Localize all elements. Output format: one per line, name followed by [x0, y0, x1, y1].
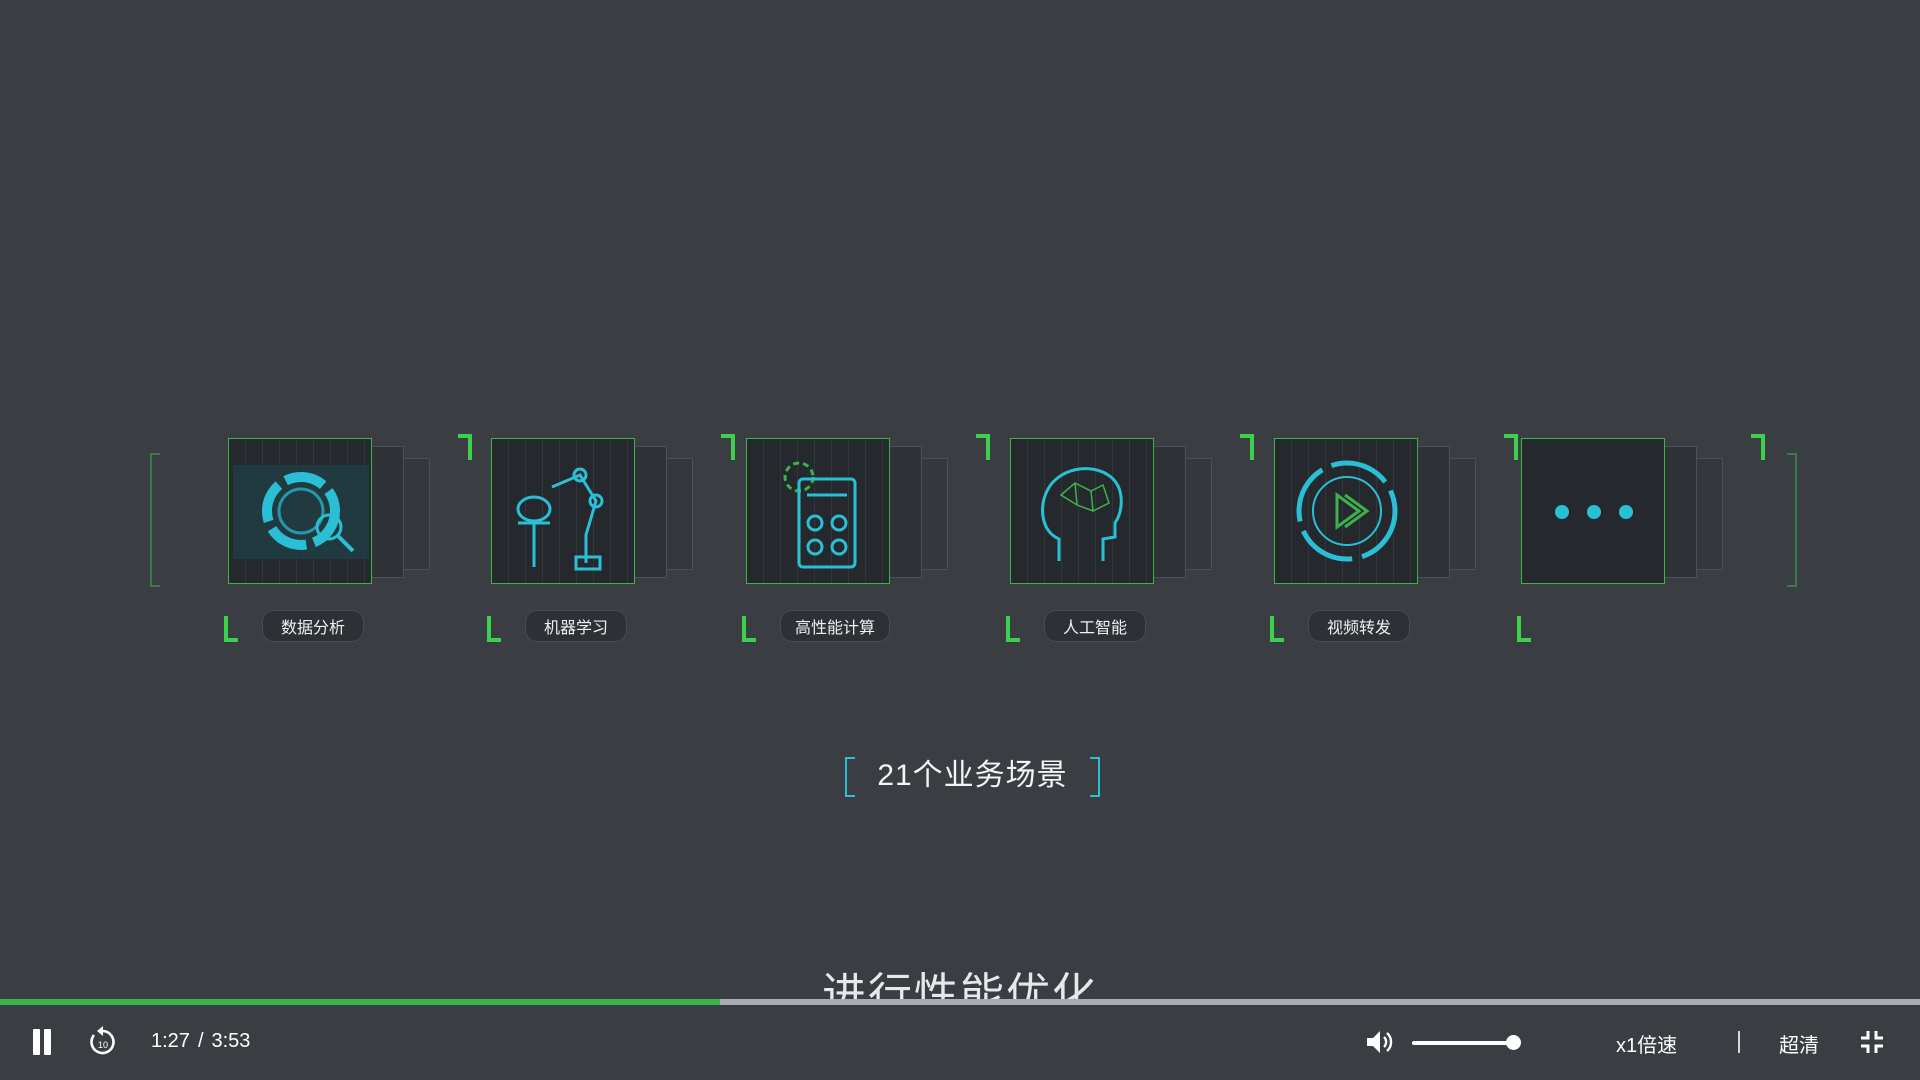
volume-button[interactable]: [1364, 1027, 1394, 1057]
scenario-card-video-forwarding: 视频转发: [1270, 434, 1518, 642]
current-time: 1:27: [151, 1030, 190, 1052]
time-separator: /: [197, 1030, 204, 1052]
pause-icon: [33, 1029, 40, 1055]
row-bracket-right: [1787, 453, 1797, 587]
bracket-left: [845, 757, 855, 797]
replay-10-icon: 10: [90, 1026, 115, 1055]
ai-brain-icon: [1041, 467, 1123, 561]
scenario-label: 数据分析: [262, 610, 364, 642]
scenario-label: 视频转发: [1308, 610, 1410, 642]
robot-arm-icon: [516, 467, 604, 571]
scenario-card-machine-learning: 机器学习: [487, 434, 735, 642]
quality-button[interactable]: 超清: [1779, 1029, 1819, 1058]
video-play-icon: [1296, 460, 1398, 562]
scenario-label: 高性能计算: [780, 610, 891, 642]
calculator-icon: [783, 461, 857, 569]
scene-count-title: 21个业务场景: [845, 757, 1100, 797]
scenario-card-data-analysis: 数据分析: [224, 434, 472, 642]
scenario-card-hpc: 高性能计算: [742, 434, 990, 642]
player-control-bar: 10 1:27 / 3:53 x1倍速 超清: [0, 1005, 1920, 1080]
scenario-label: 机器学习: [525, 610, 627, 642]
exit-fullscreen-button[interactable]: [1859, 1029, 1885, 1055]
data-analysis-icon: [233, 465, 369, 559]
pause-button[interactable]: [30, 1027, 54, 1057]
volume-slider-handle[interactable]: [1505, 1035, 1521, 1050]
video-stage[interactable]: 数据分析 机器学习 高性能计算 人工智能 视频转发 21个业务场景 进行性能优化: [0, 0, 1920, 1019]
playback-speed-button[interactable]: x1倍速: [1616, 1029, 1677, 1058]
duration: 3:53: [211, 1030, 251, 1052]
svg-text:10: 10: [98, 1040, 108, 1050]
scenario-label: 人工智能: [1044, 610, 1146, 642]
fullscreen-exit-icon: [1861, 1031, 1883, 1053]
volume-slider[interactable]: [1412, 1041, 1516, 1045]
replay-10-button[interactable]: 10: [88, 1025, 118, 1057]
bracket-right: [1090, 757, 1100, 797]
row-bracket-left: [150, 453, 160, 587]
volume-icon: [1367, 1031, 1393, 1053]
time-display: 1:27 / 3:53: [151, 1030, 250, 1053]
scenario-card-ai: 人工智能: [1006, 434, 1254, 642]
scenario-card-more: [1517, 434, 1765, 642]
scene-title-text: 21个业务场景: [877, 759, 1068, 792]
more-dots-icon: [1555, 505, 1633, 519]
control-divider: [1738, 1031, 1740, 1053]
